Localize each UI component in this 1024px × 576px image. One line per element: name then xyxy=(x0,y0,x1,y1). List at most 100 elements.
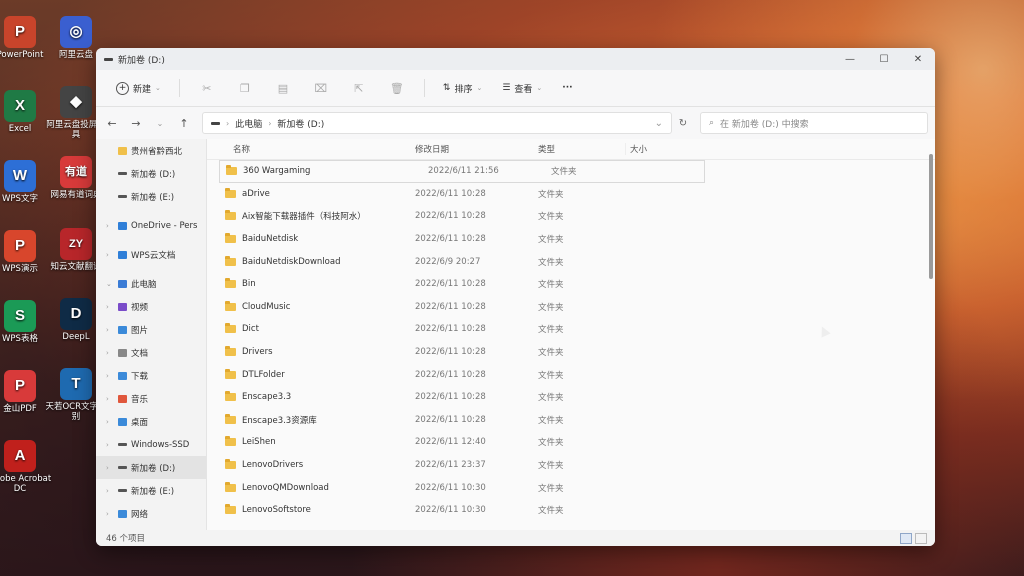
sidebar-item-label: 贵州省黔西北 xyxy=(131,146,183,157)
file-row[interactable]: LeiShen 2022/6/11 12:40 文件夹 xyxy=(207,431,935,454)
maximize-button[interactable]: ☐ xyxy=(867,54,901,65)
rename-icon[interactable]: ⌧ xyxy=(304,82,338,95)
more-options-button[interactable]: ··· xyxy=(554,80,580,96)
column-header-row: 名称 修改日期 类型 大小 xyxy=(207,139,935,160)
breadcrumb-chevron-icon: › xyxy=(226,118,230,128)
file-row[interactable]: Drivers 2022/6/11 10:28 文件夹 xyxy=(207,341,935,364)
sidebar-item[interactable]: › OneDrive - Pers xyxy=(96,214,206,237)
folder-icon xyxy=(225,459,236,470)
file-name: BaiduNetdiskDownload xyxy=(207,255,411,267)
file-type: 文件夹 xyxy=(538,235,564,246)
command-bar: + 新建 ⌄ ✂ ❐ ▤ ⌧ ⇱ 🗑 ⇅ 排序 ⌄ ☰ 查看 ⌄ ··· xyxy=(96,70,935,107)
file-type: 文件夹 xyxy=(538,280,564,291)
sidebar-item[interactable]: › 音乐 xyxy=(96,387,206,410)
folder-icon xyxy=(226,165,237,176)
address-history-chevron-icon[interactable]: ⌄ xyxy=(655,118,663,129)
column-header-size[interactable]: 大小 xyxy=(625,143,685,155)
share-icon[interactable]: ⇱ xyxy=(342,82,376,95)
large-icons-view-icon[interactable] xyxy=(915,533,927,544)
back-arrow-icon[interactable]: ← xyxy=(100,117,124,130)
column-header-date[interactable]: 修改日期 xyxy=(411,143,528,155)
minimize-button[interactable]: — xyxy=(833,54,867,65)
sidebar-item[interactable]: › 下载 xyxy=(96,364,206,387)
file-row[interactable]: 360 Wargaming 2022/6/11 21:56 文件夹 xyxy=(219,160,705,183)
address-bar[interactable]: › 此电脑 › 新加卷 (D:) ⌄ xyxy=(202,112,672,134)
chevron-right-icon[interactable]: › xyxy=(106,303,114,311)
sidebar-item[interactable]: › 新加卷 (E:) xyxy=(96,479,206,502)
close-button[interactable]: ✕ xyxy=(901,54,935,65)
sidebar-item[interactable]: › 网络 xyxy=(96,502,206,525)
folder-icon xyxy=(225,323,236,334)
file-row[interactable]: CloudMusic 2022/6/11 10:28 文件夹 xyxy=(207,296,935,319)
file-row[interactable]: BaiduNetdisk 2022/6/11 10:28 文件夹 xyxy=(207,228,935,251)
chevron-right-icon[interactable]: › xyxy=(106,372,114,380)
sidebar-item-label: OneDrive - Pers xyxy=(131,220,198,231)
chevron-right-icon[interactable]: › xyxy=(106,349,114,357)
refresh-icon[interactable]: ↻ xyxy=(672,118,694,129)
sort-button[interactable]: ⇅ 排序 ⌄ xyxy=(435,79,490,98)
chevron-right-icon[interactable]: › xyxy=(106,418,114,426)
chevron-right-icon[interactable]: › xyxy=(106,510,114,518)
cut-icon[interactable]: ✂ xyxy=(190,82,224,95)
file-name-text: CloudMusic xyxy=(242,301,291,312)
forward-arrow-icon[interactable]: → xyxy=(124,117,148,130)
chevron-right-icon[interactable]: › xyxy=(106,464,114,472)
file-name: Enscape3.3 xyxy=(207,391,411,402)
breadcrumb-drive-d[interactable]: 新加卷 (D:) xyxy=(277,117,324,130)
paste-icon[interactable]: ▤ xyxy=(266,82,300,95)
column-header-name[interactable]: 名称 xyxy=(207,143,411,155)
search-box[interactable]: ⌕ 在 新加卷 (D:) 中搜索 xyxy=(700,112,928,134)
file-row[interactable]: aDrive 2022/6/11 10:28 文件夹 xyxy=(207,183,935,206)
network-icon xyxy=(118,509,127,518)
folder-icon xyxy=(225,504,236,515)
file-row[interactable]: Enscape3.3 2022/6/11 10:28 文件夹 xyxy=(207,386,935,409)
recent-locations-chevron-icon[interactable]: ⌄ xyxy=(148,119,172,128)
desktop-icon[interactable]: AAdobe Acrobat DC xyxy=(0,440,52,494)
sidebar-item[interactable]: › WPS云文档 xyxy=(96,243,206,266)
copy-icon[interactable]: ❐ xyxy=(228,82,262,95)
view-button[interactable]: ☰ 查看 ⌄ xyxy=(494,79,550,98)
chevron-right-icon[interactable]: › xyxy=(106,251,114,259)
chevron-down-icon: ⌄ xyxy=(155,84,161,92)
file-row[interactable]: Enscape3.3资源库 2022/6/11 10:28 文件夹 xyxy=(207,409,935,432)
chevron-right-icon[interactable]: › xyxy=(106,487,114,495)
file-name: LenovoDrivers xyxy=(207,459,411,470)
details-view-icon[interactable] xyxy=(900,533,912,544)
sidebar-item[interactable]: 贵州省黔西北 xyxy=(96,139,206,162)
file-row[interactable]: BaiduNetdiskDownload 2022/6/9 20:27 文件夹 xyxy=(207,250,935,273)
file-name: Drivers xyxy=(207,346,411,357)
sidebar-item[interactable]: › 图片 xyxy=(96,318,206,341)
file-row[interactable]: LenovoDrivers 2022/6/11 23:37 文件夹 xyxy=(207,454,935,477)
sidebar-item[interactable]: › 文档 xyxy=(96,341,206,364)
sidebar-item[interactable]: › Windows-SSD xyxy=(96,433,206,456)
sidebar-item[interactable]: ⌄ 此电脑 xyxy=(96,272,206,295)
chevron-right-icon[interactable]: › xyxy=(106,395,114,403)
up-arrow-icon[interactable]: ↑ xyxy=(172,117,196,130)
sidebar-item[interactable]: › 桌面 xyxy=(96,410,206,433)
pc-icon xyxy=(118,279,127,288)
sidebar-item[interactable]: › 新加卷 (D:) xyxy=(96,456,206,479)
delete-icon[interactable]: 🗑 xyxy=(380,82,414,95)
file-row[interactable]: DTLFolder 2022/6/11 10:28 文件夹 xyxy=(207,363,935,386)
chevron-right-icon[interactable]: › xyxy=(106,222,114,230)
sidebar-item[interactable]: › 视频 xyxy=(96,295,206,318)
file-row[interactable]: Aix智能下载器插件（科技阿水） 2022/6/11 10:28 文件夹 xyxy=(207,205,935,228)
app-icon: ◎ xyxy=(60,16,92,48)
chevron-down-icon[interactable]: ⌄ xyxy=(106,280,114,288)
file-row[interactable]: Bin 2022/6/11 10:28 文件夹 xyxy=(207,273,935,296)
chevron-right-icon[interactable]: › xyxy=(106,441,114,449)
drive-icon xyxy=(211,121,220,125)
view-button-label: 查看 xyxy=(514,84,533,95)
file-list-scrollbar[interactable] xyxy=(929,154,933,279)
item-count: 46 个项目 xyxy=(106,534,146,544)
sidebar-item[interactable]: 新加卷 (E:) xyxy=(96,185,206,208)
file-row[interactable]: LenovoSoftstore 2022/6/11 10:30 文件夹 xyxy=(207,499,935,522)
breadcrumb-this-pc[interactable]: 此电脑 xyxy=(235,117,262,130)
desktop-icon xyxy=(118,417,127,426)
sidebar-item[interactable]: 新加卷 (D:) xyxy=(96,162,206,185)
column-header-type[interactable]: 类型 xyxy=(528,143,625,155)
file-row[interactable]: LenovoQMDownload 2022/6/11 10:30 文件夹 xyxy=(207,476,935,499)
new-button-label: 新建 xyxy=(133,84,152,95)
chevron-right-icon[interactable]: › xyxy=(106,326,114,334)
new-button[interactable]: + 新建 ⌄ xyxy=(108,79,169,98)
